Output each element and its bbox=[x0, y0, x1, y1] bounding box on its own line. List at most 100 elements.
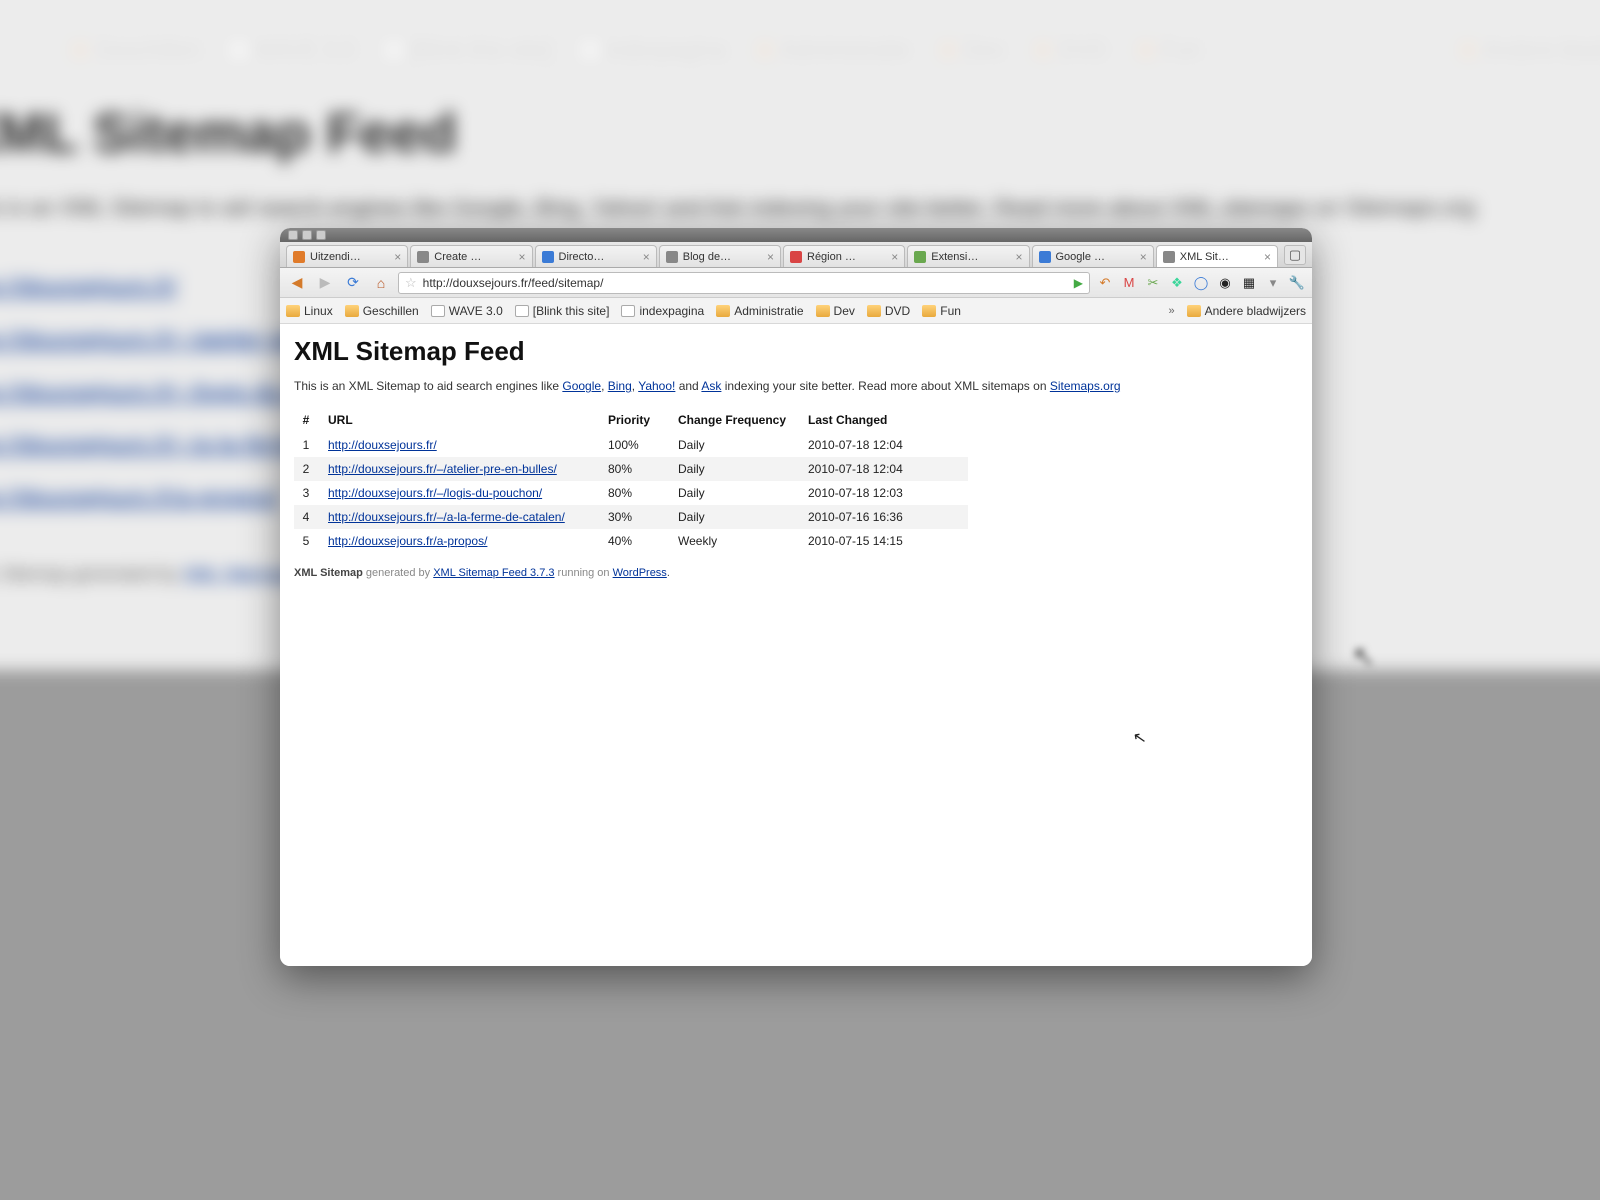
home-button[interactable]: ⌂ bbox=[370, 272, 392, 294]
browser-tab[interactable]: Create … × bbox=[410, 245, 532, 267]
extension-icon[interactable]: ❖ bbox=[1168, 274, 1186, 292]
tab-label: Create … bbox=[434, 251, 513, 263]
sitemap-url-link[interactable]: http://douxsejours.fr/–/a-la-ferme-de-ca… bbox=[328, 510, 565, 524]
new-tab-button[interactable]: ▢ bbox=[1284, 245, 1306, 265]
sitemap-url-link[interactable]: http://douxsejours.fr/a-propos/ bbox=[328, 534, 487, 548]
window-button[interactable] bbox=[288, 230, 298, 240]
bookmark-folder[interactable]: Linux bbox=[286, 304, 333, 318]
sitemap-url-link[interactable]: http://douxsejours.fr/ bbox=[328, 438, 437, 452]
browser-tab[interactable]: Extensi… × bbox=[907, 245, 1029, 267]
tab-close-icon[interactable]: × bbox=[1264, 250, 1271, 264]
cell-num: 4 bbox=[294, 505, 328, 529]
cell-url: http://douxsejours.fr/–/a-la-ferme-de-ca… bbox=[328, 505, 608, 529]
bookmark-folder[interactable]: Dev bbox=[816, 304, 855, 318]
favicon-icon bbox=[293, 251, 305, 263]
window-button[interactable] bbox=[302, 230, 312, 240]
tab-close-icon[interactable]: × bbox=[1140, 250, 1147, 264]
extension-icon[interactable]: ◯ bbox=[1192, 274, 1210, 292]
bookmark-folder-other[interactable]: Andere bladwijzers bbox=[1187, 304, 1306, 318]
link-ask[interactable]: Ask bbox=[701, 379, 721, 393]
favicon-icon bbox=[666, 251, 678, 263]
bookmark-folder[interactable]: Administratie bbox=[716, 304, 803, 318]
tab-close-icon[interactable]: × bbox=[1015, 250, 1022, 264]
go-icon[interactable]: ▶ bbox=[1074, 276, 1083, 290]
tab-label: Directo… bbox=[559, 251, 638, 263]
extension-icons: ↶ M ✂ ❖ ◯ ◉ ▦ ▾ 🔧 bbox=[1096, 274, 1306, 292]
th-url: URL bbox=[328, 407, 608, 433]
browser-tab[interactable]: Directo… × bbox=[535, 245, 657, 267]
table-row: 4http://douxsejours.fr/–/a-la-ferme-de-c… bbox=[294, 505, 968, 529]
browser-tab[interactable]: Région … × bbox=[783, 245, 905, 267]
browser-tab[interactable]: Blog de… × bbox=[659, 245, 781, 267]
link-bing[interactable]: Bing bbox=[608, 379, 632, 393]
cell-date: 2010-07-18 12:04 bbox=[808, 457, 968, 481]
bookmark-page[interactable]: WAVE 3.0 bbox=[431, 304, 503, 318]
link-yahoo[interactable]: Yahoo! bbox=[638, 379, 675, 393]
window-titlebar[interactable] bbox=[280, 228, 1312, 242]
tab-label: XML Sit… bbox=[1180, 251, 1259, 263]
bookmarks-overflow-chevron[interactable]: » bbox=[1168, 305, 1174, 317]
browser-tab[interactable]: XML Sit… × bbox=[1156, 245, 1278, 267]
tab-close-icon[interactable]: × bbox=[767, 250, 774, 264]
sitemap-table: # URL Priority Change Frequency Last Cha… bbox=[294, 407, 968, 553]
tab-close-icon[interactable]: × bbox=[518, 250, 525, 264]
browser-tab[interactable]: Google …× bbox=[1032, 245, 1154, 267]
cell-date: 2010-07-16 16:36 bbox=[808, 505, 968, 529]
link-wordpress[interactable]: WordPress bbox=[613, 567, 667, 579]
bookmark-label: indexpagina bbox=[639, 304, 704, 318]
url-text: http://douxsejours.fr/feed/sitemap/ bbox=[423, 276, 604, 290]
link-google[interactable]: Google bbox=[562, 379, 601, 393]
extension-icon[interactable]: ✂ bbox=[1144, 274, 1162, 292]
cell-freq: Daily bbox=[678, 481, 808, 505]
bookmark-folder[interactable]: Fun bbox=[922, 304, 961, 318]
tab-close-icon[interactable]: × bbox=[643, 250, 650, 264]
th-num: # bbox=[294, 407, 328, 433]
favicon-icon bbox=[542, 251, 554, 263]
table-row: 3http://douxsejours.fr/–/logis-du-poucho… bbox=[294, 481, 968, 505]
bookmark-page[interactable]: indexpagina bbox=[621, 304, 704, 318]
cell-freq: Weekly bbox=[678, 529, 808, 553]
cell-priority: 40% bbox=[608, 529, 678, 553]
link-plugin[interactable]: XML Sitemap Feed 3.7.3 bbox=[433, 567, 554, 579]
cell-freq: Daily bbox=[678, 505, 808, 529]
extension-icon[interactable]: M bbox=[1120, 274, 1138, 292]
footer-note: XML Sitemap generated by XML Sitemap Fee… bbox=[294, 567, 1298, 579]
folder-icon bbox=[286, 305, 300, 317]
bookmark-star-icon[interactable]: ☆ bbox=[405, 275, 417, 291]
bookmark-page[interactable]: [Blink this site] bbox=[515, 304, 610, 318]
sitemap-url-link[interactable]: http://douxsejours.fr/–/logis-du-pouchon… bbox=[328, 486, 542, 500]
browser-tab[interactable]: Uitzendi…× bbox=[286, 245, 408, 267]
page-icon bbox=[515, 305, 529, 317]
reload-button[interactable]: ⟳ bbox=[342, 272, 364, 294]
bookmark-folder[interactable]: Geschillen bbox=[345, 304, 419, 318]
folder-icon bbox=[922, 305, 936, 317]
url-bar[interactable]: ☆ http://douxsejours.fr/feed/sitemap/ ▶ bbox=[398, 272, 1090, 294]
cell-num: 5 bbox=[294, 529, 328, 553]
cell-freq: Daily bbox=[678, 433, 808, 457]
tab-label: Région … bbox=[807, 251, 886, 263]
cursor-icon: ↖ bbox=[1131, 727, 1148, 749]
cell-num: 1 bbox=[294, 433, 328, 457]
folder-icon bbox=[867, 305, 881, 317]
extension-icon[interactable]: ↶ bbox=[1096, 274, 1114, 292]
nav-toolbar: ◀ ▶ ⟳ ⌂ ☆ http://douxsejours.fr/feed/sit… bbox=[280, 268, 1312, 298]
tab-label: Extensi… bbox=[931, 251, 1010, 263]
tab-close-icon[interactable]: × bbox=[394, 250, 401, 264]
extension-icon[interactable]: ▾ bbox=[1264, 274, 1282, 292]
window-button[interactable] bbox=[316, 230, 326, 240]
extension-icon[interactable]: ◉ bbox=[1216, 274, 1234, 292]
link-sitemaps[interactable]: Sitemaps.org bbox=[1050, 379, 1121, 393]
favicon-icon bbox=[417, 251, 429, 263]
extension-icon[interactable]: 🔧 bbox=[1288, 274, 1306, 292]
extension-icon[interactable]: ▦ bbox=[1240, 274, 1258, 292]
favicon-icon bbox=[1163, 251, 1175, 263]
forward-button[interactable]: ▶ bbox=[314, 272, 336, 294]
cell-num: 3 bbox=[294, 481, 328, 505]
bookmark-folder[interactable]: DVD bbox=[867, 304, 910, 318]
table-row: 5http://douxsejours.fr/a-propos/40%Weekl… bbox=[294, 529, 968, 553]
sitemap-url-link[interactable]: http://douxsejours.fr/–/atelier-pre-en-b… bbox=[328, 462, 557, 476]
back-button[interactable]: ◀ bbox=[286, 272, 308, 294]
bookmarks-bar: Linux Geschillen WAVE 3.0 [Blink this site]… bbox=[280, 298, 1312, 324]
tab-close-icon[interactable]: × bbox=[891, 250, 898, 264]
tab-label: Blog de… bbox=[683, 251, 762, 263]
